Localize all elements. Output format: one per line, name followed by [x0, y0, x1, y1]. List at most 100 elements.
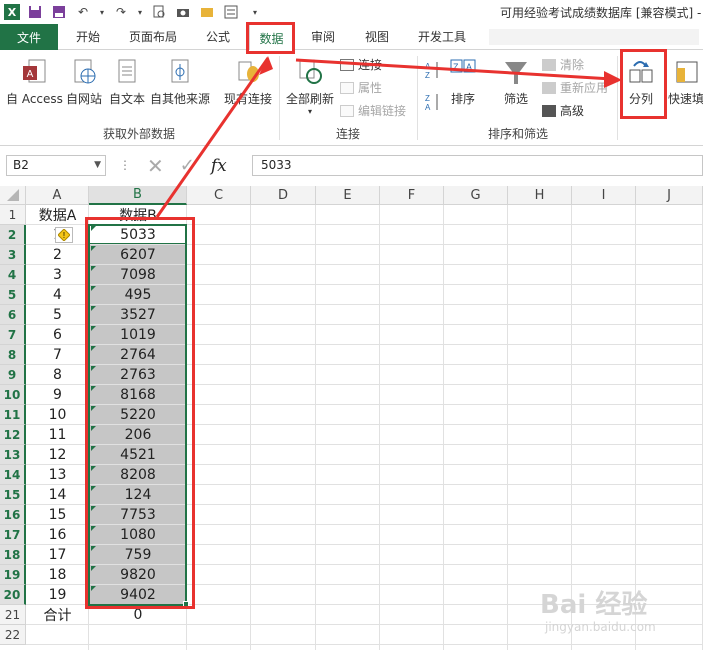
- column-header[interactable]: E: [316, 186, 380, 205]
- cell-a[interactable]: 6: [26, 325, 89, 345]
- flash-fill-button[interactable]: 快速填: [668, 54, 703, 107]
- from-other-sources-button[interactable]: 自其他来源: [150, 54, 210, 107]
- cell-a[interactable]: 12: [26, 445, 89, 465]
- edit-links-button[interactable]: 编辑链接: [340, 102, 406, 119]
- camera-icon[interactable]: [174, 4, 192, 20]
- save-icon[interactable]: [26, 4, 44, 20]
- cell-a[interactable]: 3: [26, 265, 89, 285]
- row-header[interactable]: 15: [0, 485, 26, 505]
- column-header[interactable]: A: [26, 186, 89, 205]
- cell-a[interactable]: 11: [26, 425, 89, 445]
- name-box[interactable]: B2 ▼: [6, 155, 106, 176]
- save-as-icon[interactable]: [50, 4, 68, 20]
- cell-a[interactable]: 15: [26, 505, 89, 525]
- column-header[interactable]: H: [508, 186, 572, 205]
- filter-button[interactable]: 筛选: [503, 54, 529, 107]
- refresh-dropdown-icon[interactable]: ▾: [308, 107, 312, 116]
- cell-a[interactable]: 2: [26, 245, 89, 265]
- sort-za-button[interactable]: ZA: [425, 92, 441, 112]
- from-text-button[interactable]: 自文本: [109, 54, 145, 107]
- row-header[interactable]: 1: [0, 205, 26, 225]
- redo-icon[interactable]: ↷: [112, 4, 130, 20]
- column-header[interactable]: D: [251, 186, 316, 205]
- row-header[interactable]: 21: [0, 605, 26, 625]
- column-header[interactable]: B: [89, 186, 187, 205]
- tell-me-search[interactable]: [489, 29, 699, 45]
- tab-developer[interactable]: 开发工具: [418, 28, 466, 45]
- ribbon-separator: [617, 56, 618, 140]
- tab-page-layout[interactable]: 页面布局: [129, 28, 177, 45]
- from-web-button[interactable]: 自网站: [66, 54, 102, 107]
- cell-a[interactable]: 17: [26, 545, 89, 565]
- enter-icon[interactable]: ✓: [180, 155, 195, 176]
- formula-input[interactable]: 5033: [252, 155, 703, 176]
- cell-a21[interactable]: 合计: [26, 605, 89, 625]
- existing-connections-button[interactable]: 现有连接: [224, 54, 272, 107]
- undo-icon[interactable]: ↶: [74, 4, 92, 20]
- reapply-button[interactable]: 重新应用: [542, 79, 608, 96]
- sort-az-button[interactable]: AZ: [425, 60, 441, 80]
- row-header[interactable]: 13: [0, 445, 26, 465]
- cancel-icon[interactable]: ✕: [147, 154, 164, 178]
- name-box-dropdown-icon[interactable]: ▼: [94, 156, 101, 175]
- cell-a[interactable]: 13: [26, 465, 89, 485]
- column-header[interactable]: G: [444, 186, 508, 205]
- row-header[interactable]: 3: [0, 245, 26, 265]
- customize-toolbar-icon[interactable]: ▾: [246, 4, 264, 20]
- cell-a[interactable]: 5: [26, 305, 89, 325]
- row-header[interactable]: 10: [0, 385, 26, 405]
- cell-a[interactable]: 19: [26, 585, 89, 605]
- sort-button[interactable]: ZA 排序: [450, 54, 476, 107]
- properties-button[interactable]: 属性: [340, 79, 382, 96]
- row-header[interactable]: 11: [0, 405, 26, 425]
- row-header[interactable]: 14: [0, 465, 26, 485]
- column-header[interactable]: J: [636, 186, 703, 205]
- cell-a[interactable]: 18: [26, 565, 89, 585]
- connections-button[interactable]: 连接: [340, 56, 382, 73]
- column-header[interactable]: I: [572, 186, 636, 205]
- cell-a[interactable]: 4: [26, 285, 89, 305]
- open-folder-icon[interactable]: [198, 4, 216, 20]
- formula-bar-grip-icon[interactable]: ⋮: [119, 158, 131, 172]
- row-header[interactable]: 9: [0, 365, 26, 385]
- tab-home[interactable]: 开始: [76, 28, 100, 45]
- row-header[interactable]: 7: [0, 325, 26, 345]
- row-header[interactable]: 17: [0, 525, 26, 545]
- row-header[interactable]: 8: [0, 345, 26, 365]
- row-header[interactable]: 2: [0, 225, 26, 245]
- refresh-all-button[interactable]: 全部刷新 ▾: [286, 54, 334, 116]
- row-header[interactable]: 18: [0, 545, 26, 565]
- cell-a[interactable]: 7: [26, 345, 89, 365]
- cell-a[interactable]: 16: [26, 525, 89, 545]
- print-preview-icon[interactable]: [150, 4, 168, 20]
- cell-a1[interactable]: 数据A: [26, 205, 89, 225]
- form-icon[interactable]: [222, 4, 240, 20]
- row-header[interactable]: 16: [0, 505, 26, 525]
- row-header[interactable]: 20: [0, 585, 26, 605]
- clear-filter-button[interactable]: 清除: [542, 56, 584, 73]
- tab-view[interactable]: 视图: [365, 28, 389, 45]
- row-header[interactable]: 5: [0, 285, 26, 305]
- tab-file[interactable]: 文件: [0, 24, 58, 50]
- cell-a[interactable]: 9: [26, 385, 89, 405]
- cell-a[interactable]: 8: [26, 365, 89, 385]
- redo-dropdown-icon[interactable]: ▾: [136, 4, 144, 20]
- advanced-filter-button[interactable]: 高级: [542, 102, 584, 119]
- row-header[interactable]: 6: [0, 305, 26, 325]
- row-header[interactable]: 4: [0, 265, 26, 285]
- from-access-button[interactable]: A 自 Access: [6, 54, 63, 107]
- select-all-corner[interactable]: [0, 186, 26, 205]
- tab-formulas[interactable]: 公式: [206, 28, 230, 45]
- cell-a[interactable]: 10: [26, 405, 89, 425]
- row-header[interactable]: 19: [0, 565, 26, 585]
- error-warning-icon[interactable]: !: [55, 227, 73, 243]
- column-header[interactable]: C: [187, 186, 251, 205]
- column-header[interactable]: F: [380, 186, 444, 205]
- tab-review[interactable]: 审阅: [311, 28, 335, 45]
- row-header[interactable]: 12: [0, 425, 26, 445]
- insert-function-icon[interactable]: fx: [211, 156, 227, 176]
- row-header[interactable]: 22: [0, 625, 26, 645]
- cell-a[interactable]: 14: [26, 485, 89, 505]
- undo-dropdown-icon[interactable]: ▾: [98, 4, 106, 20]
- advanced-filter-icon: [542, 104, 556, 117]
